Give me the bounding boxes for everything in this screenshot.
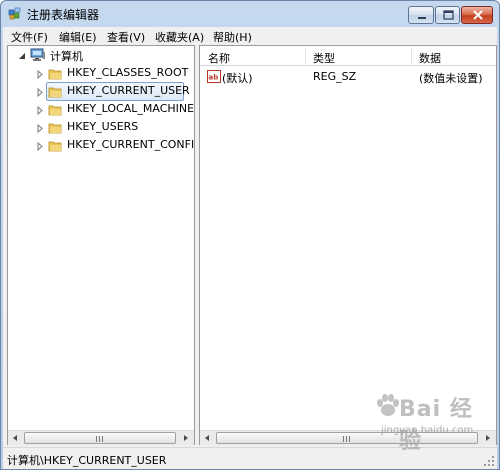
close-button[interactable] [461,6,493,24]
registry-editor-window: 注册表编辑器 文件(F) 编辑(E) 查看(V) 收藏夹(A) 帮助(H) 计算… [0,0,500,470]
value-name: (默认) [222,72,253,85]
column-separator[interactable] [411,48,412,64]
tree-label: HKEY_CURRENT_CONFIG [67,138,194,151]
tree-label: HKEY_CLASSES_ROOT [67,66,189,79]
string-value-icon: ab [207,70,221,83]
minimize-button[interactable] [408,6,434,24]
resize-grip-icon[interactable] [483,455,495,467]
svg-text:ab: ab [209,74,219,82]
baidu-jingyan-watermark: Bai 经验 jingyan.baidu.com [371,387,491,454]
paw-logo-icon [377,394,399,416]
scroll-grip-icon [96,436,103,442]
maximize-button[interactable] [435,6,460,24]
watermark-url: jingyan.baidu.com [381,425,474,436]
expand-arrow-icon[interactable] [36,70,44,79]
column-header-data[interactable]: 数据 [419,50,441,66]
expand-arrow-icon[interactable] [36,142,44,151]
scroll-right-arrow-icon[interactable] [178,431,193,445]
watermark-brand: Bai 经验 [399,397,473,454]
menu-file[interactable]: 文件(F) [11,29,48,45]
tree-horizontal-scrollbar[interactable] [8,430,194,445]
expand-arrow-icon[interactable] [36,106,44,115]
scroll-left-arrow-icon[interactable] [8,431,23,445]
column-header-name[interactable]: 名称 [208,50,230,66]
close-icon [473,10,483,20]
maximize-icon [443,10,454,20]
list-column-header: 名称 类型 数据 [200,46,496,66]
folder-icon [48,87,62,98]
tree-scroll-thumb[interactable] [24,432,176,444]
tree-item-hkey-users[interactable]: HKEY_USERS [8,119,194,136]
expand-arrow-icon[interactable] [36,124,44,133]
tree-item-hkey-classes-root[interactable]: HKEY_CLASSES_ROOT [8,65,194,82]
window-title: 注册表编辑器 [27,8,100,22]
column-separator[interactable] [305,48,306,64]
menu-view[interactable]: 查看(V) [107,29,145,45]
tree-item-hkey-current-user[interactable]: HKEY_CURRENT_USER [8,82,194,101]
status-path: 计算机\HKEY_CURRENT_USER [7,454,167,467]
list-row[interactable]: ab (默认) REG_SZ (数值未设置) [200,68,496,86]
key-tree-pane[interactable]: 计算机 HKEY_CLASSES_ROOT HKEY_CURRENT_USER … [7,45,195,445]
folder-icon [48,69,62,80]
expand-arrow-icon[interactable] [36,88,44,97]
menu-edit[interactable]: 编辑(E) [59,29,97,45]
folder-icon [48,141,62,152]
minimize-icon [418,17,426,19]
tree-item-hkey-local-machine[interactable]: HKEY_LOCAL_MACHINE [8,101,194,118]
menu-favorites[interactable]: 收藏夹(A) [155,29,204,45]
scroll-left-arrow-icon[interactable] [200,431,215,445]
registry-app-icon [8,7,21,20]
collapse-arrow-icon[interactable] [18,52,26,61]
column-header-type[interactable]: 类型 [313,50,335,66]
tree-label: HKEY_CURRENT_USER [67,84,190,97]
tree-item-root[interactable]: 计算机 [8,47,194,64]
scroll-grip-icon [343,436,350,442]
tree-item-hkey-current-config[interactable]: HKEY_CURRENT_CONFIG [8,137,194,154]
folder-icon [48,123,62,134]
tree-label-root: 计算机 [50,50,83,63]
value-type: REG_SZ [313,70,357,83]
folder-icon [48,105,62,116]
value-list-pane[interactable]: 名称 类型 数据 ab (默认) REG_SZ (数值未设置) [199,45,497,445]
tree-label: HKEY_LOCAL_MACHINE [67,102,195,115]
menu-bar: 文件(F) 编辑(E) 查看(V) 收藏夹(A) 帮助(H) [3,27,497,45]
value-data: (数值未设置) [419,72,483,85]
menu-help[interactable]: 帮助(H) [213,29,252,45]
tree-label: HKEY_USERS [67,120,139,133]
title-bar[interactable]: 注册表编辑器 [1,1,499,27]
computer-icon [30,48,45,61]
